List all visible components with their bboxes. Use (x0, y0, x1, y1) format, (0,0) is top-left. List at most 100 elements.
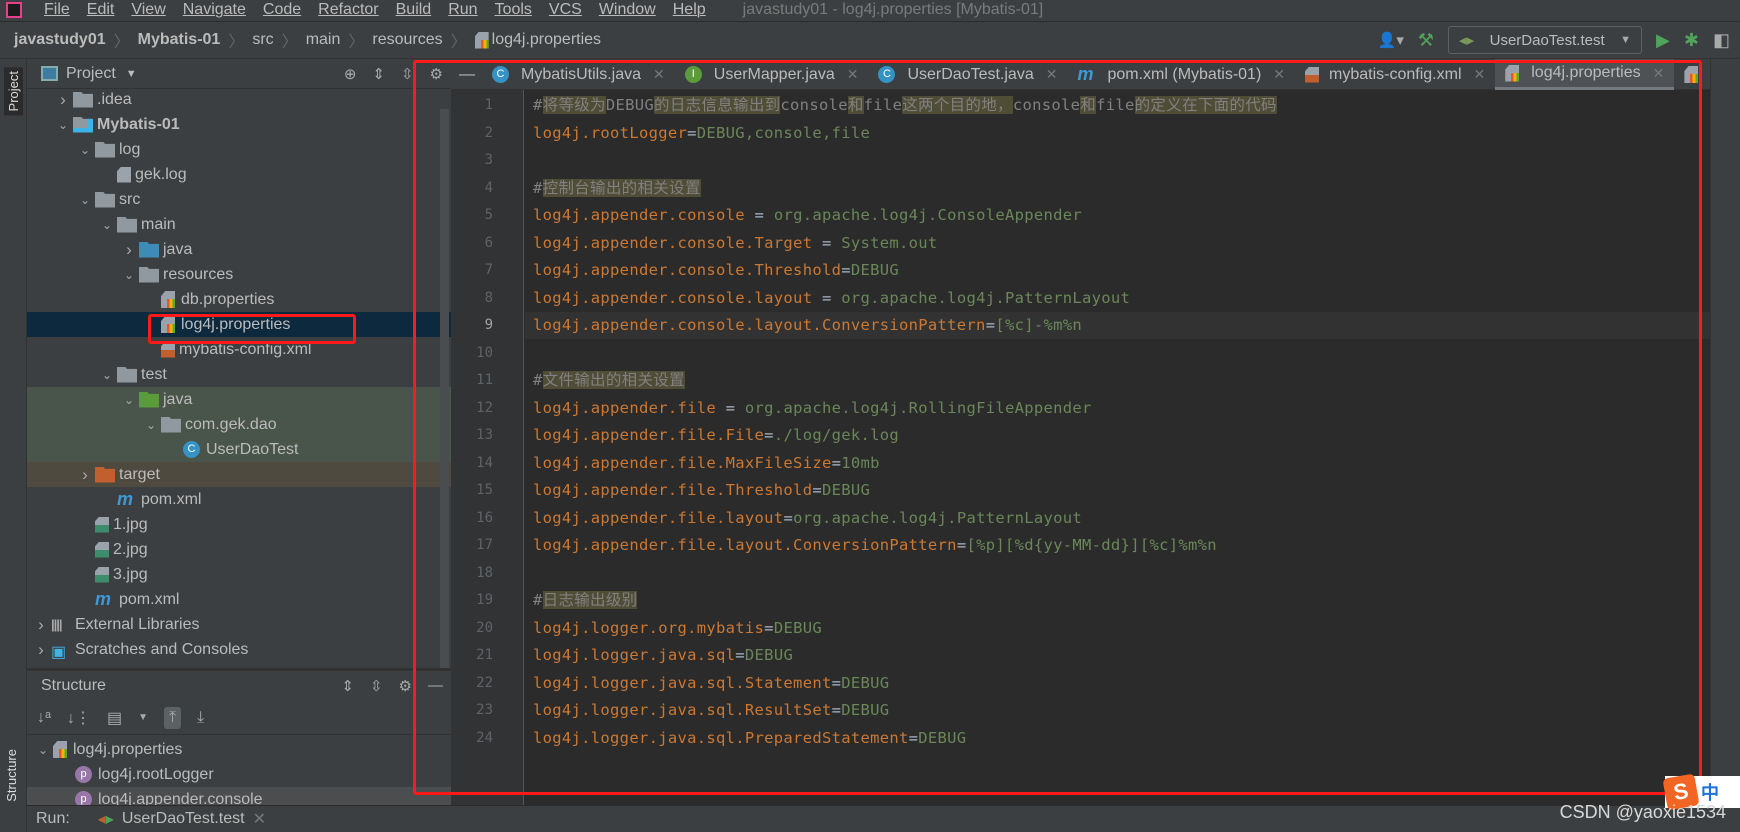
code-line[interactable]: #控制台输出的相关设置 (533, 175, 701, 202)
menu-refactor[interactable]: Refactor (318, 1, 378, 19)
autoscroll-from-source-icon[interactable]: ⤓ (197, 709, 204, 727)
tree-item[interactable]: › .idea (27, 87, 451, 112)
menu-build[interactable]: Build (396, 1, 432, 19)
tree-item[interactable]: ⌄ com.gek.dao (27, 412, 451, 437)
breadcrumb-item[interactable]: javastudy01 (14, 31, 106, 49)
sort-alpha-icon[interactable]: ↓ᵃ (37, 709, 51, 727)
breadcrumb-item[interactable]: Mybatis-01 (138, 31, 221, 49)
tree-item[interactable]: ⌄ java (27, 387, 451, 412)
tree-item[interactable]: 3.jpg (27, 562, 451, 587)
code-line[interactable]: log4j.appender.file = org.apache.log4j.R… (533, 395, 1092, 422)
chevron-down-icon[interactable]: ⌄ (97, 218, 117, 232)
menu-window[interactable]: Window (599, 1, 656, 19)
tab-log4j-properties[interactable]: log4j.properties ✕ (1495, 59, 1675, 90)
close-tab-icon[interactable]: ✕ (1046, 66, 1058, 83)
menu-view[interactable]: View (131, 1, 165, 19)
debug-icon[interactable]: ✱ (1684, 30, 1699, 51)
chevron-right-icon[interactable]: › (119, 240, 139, 260)
locate-icon[interactable]: ⊕ (344, 65, 357, 83)
tree-item[interactable]: C UserDaoTest (27, 437, 451, 462)
project-panel-title[interactable]: Project (66, 65, 116, 83)
build-hammer-icon[interactable]: ⚒ (1418, 30, 1434, 51)
chevron-right-icon[interactable]: › (75, 465, 95, 485)
breadcrumb-item[interactable]: src (252, 31, 273, 49)
chevron-down-icon[interactable]: ⌄ (33, 743, 53, 757)
chevron-down-icon[interactable]: ▼ (138, 712, 148, 723)
run-icon[interactable]: ▶ (1656, 30, 1670, 51)
tree-item[interactable]: ⌄ log (27, 137, 451, 162)
tree-item[interactable]: db.properties (27, 287, 451, 312)
menu-run[interactable]: Run (448, 1, 477, 19)
close-tab-icon[interactable]: ✕ (653, 66, 665, 83)
close-tab-icon[interactable]: ✕ (1273, 66, 1285, 83)
chevron-down-icon[interactable]: ⌄ (75, 193, 95, 207)
chevron-right-icon[interactable]: › (53, 90, 73, 110)
sort-visibility-icon[interactable]: ↓⋮ (67, 708, 91, 728)
code-line[interactable]: #将等级为DEBUG的日志信息输出到console和file这两个目的地，con… (533, 92, 1277, 119)
tree-item[interactable]: m pom.xml (27, 587, 451, 612)
close-tab-icon[interactable]: ✕ (1653, 65, 1665, 82)
chevron-down-icon[interactable]: ⌄ (75, 143, 95, 157)
chevron-right-icon[interactable]: › (31, 640, 51, 660)
tree-item[interactable]: ⌄ resources (27, 262, 451, 287)
tab-usermapper-java[interactable]: I UserMapper.java ✕ (675, 59, 869, 90)
gear-icon[interactable]: ⚙ (399, 677, 412, 695)
breadcrumb-item[interactable]: main (306, 31, 341, 49)
tree-item[interactable]: › target (27, 462, 451, 487)
code-line[interactable]: log4j.appender.file.File=./log/gek.log (533, 422, 899, 449)
structure-side-tab[interactable]: Structure (4, 749, 19, 802)
code-line[interactable]: log4j.appender.console.Threshold=DEBUG (533, 257, 899, 284)
menu-edit[interactable]: Edit (87, 1, 115, 19)
code-line[interactable]: log4j.appender.console.layout = org.apac… (533, 285, 1130, 312)
chevron-down-icon[interactable]: ▼ (126, 68, 137, 80)
coverage-icon[interactable]: ◧ (1713, 30, 1730, 51)
expand-all-icon[interactable]: ⇕ (341, 677, 354, 695)
menu-vcs[interactable]: VCS (549, 1, 582, 19)
chevron-down-icon[interactable]: ⌄ (119, 393, 139, 407)
tree-item[interactable]: ⌄ Mybatis-01 (27, 112, 451, 137)
tree-item[interactable]: 1.jpg (27, 512, 451, 537)
code-line[interactable]: #日志输出级别 (533, 587, 638, 614)
close-tab-icon[interactable]: ✕ (1474, 66, 1486, 83)
tree-item[interactable]: ⌄ test (27, 362, 451, 387)
breadcrumb-item[interactable]: log4j.properties (492, 31, 601, 49)
code-line[interactable]: log4j.appender.console.Target = System.o… (533, 230, 938, 257)
tree-scrollbar[interactable] (440, 109, 449, 669)
tree-item[interactable]: mybatis-config.xml (27, 337, 451, 362)
tree-item[interactable]: 2.jpg (27, 537, 451, 562)
project-side-tab[interactable]: Project (4, 67, 23, 116)
tree-item[interactable]: ⌄ src (27, 187, 451, 212)
code-line[interactable]: log4j.appender.file.layout=org.apache.lo… (533, 505, 1082, 532)
menu-help[interactable]: Help (673, 1, 706, 19)
menu-code[interactable]: Code (263, 1, 301, 19)
tree-item[interactable]: › ▣ Scratches and Consoles (27, 637, 451, 662)
tree-item[interactable]: ⌄ main (27, 212, 451, 237)
tree-item[interactable]: gek.log (27, 162, 451, 187)
code-line[interactable]: log4j.logger.java.sql=DEBUG (533, 642, 793, 669)
collapse-all-icon[interactable]: ⇳ (370, 677, 383, 695)
tab-mybatisutils-java[interactable]: C MybatisUtils.java ✕ (482, 59, 675, 90)
expand-all-icon[interactable]: ⇕ (372, 65, 385, 83)
code-line[interactable]: log4j.logger.java.sql.Statement=DEBUG (533, 670, 889, 697)
close-icon[interactable]: ✕ (253, 809, 266, 829)
tab-mybatis-config-xml[interactable]: mybatis-config.xml ✕ (1295, 59, 1495, 90)
collapse-all-icon[interactable]: ⇳ (401, 65, 414, 83)
code-line[interactable]: #文件输出的相关设置 (533, 367, 685, 394)
close-tab-icon[interactable]: ✕ (847, 66, 859, 83)
chevron-right-icon[interactable]: › (31, 615, 51, 635)
code-line[interactable]: log4j.appender.file.MaxFileSize=10mb (533, 450, 880, 477)
code-line[interactable]: log4j.rootLogger=DEBUG,console,file (533, 120, 870, 147)
code-line[interactable]: log4j.logger.java.sql.ResultSet=DEBUG (533, 697, 889, 724)
show-fields-icon[interactable]: ▤ (107, 708, 122, 728)
breadcrumb-item[interactable]: resources (372, 31, 442, 49)
chevron-down-icon[interactable]: ⌄ (97, 368, 117, 382)
gear-icon[interactable]: ⚙ (430, 65, 443, 83)
code-line[interactable]: log4j.appender.console.layout.Conversion… (533, 312, 1082, 339)
chevron-down-icon[interactable]: ⌄ (141, 418, 161, 432)
tree-item[interactable]: m pom.xml (27, 487, 451, 512)
chevron-down-icon[interactable]: ⌄ (119, 268, 139, 282)
code-line[interactable]: log4j.appender.file.layout.ConversionPat… (533, 532, 1217, 559)
run-config-dropdown[interactable]: ◂▸ UserDaoTest.test ▼ (1448, 26, 1643, 54)
run-tab[interactable]: UserDaoTest.test (122, 810, 245, 828)
tree-item[interactable]: ⌄ log4j.properties (27, 737, 451, 762)
